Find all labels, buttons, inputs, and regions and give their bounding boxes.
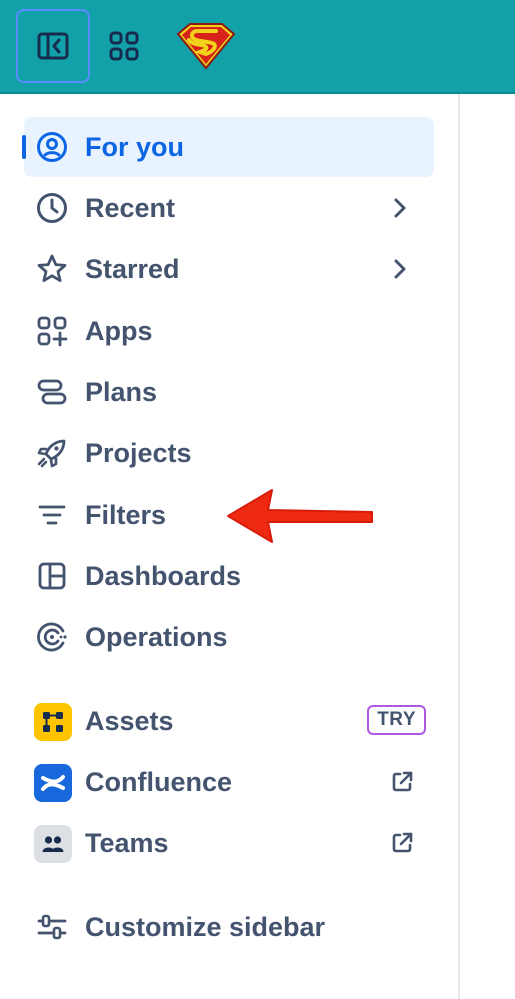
active-indicator	[22, 135, 26, 159]
sidebar-item-label: Dashboards	[85, 561, 242, 591]
sidebar-toggle-button[interactable]	[16, 9, 90, 83]
sidebar-item-label: Customize sidebar	[85, 912, 326, 942]
external-link-icon[interactable]	[388, 768, 416, 796]
sidebar-item-plans[interactable]: Plans	[24, 362, 434, 422]
confluence-app-icon	[34, 764, 72, 802]
sidebar-item-label: Teams	[85, 828, 169, 858]
top-navigation-bar	[0, 0, 515, 94]
clock-icon	[36, 192, 68, 224]
app-switcher-button[interactable]	[100, 20, 148, 72]
plans-icon	[36, 376, 68, 408]
person-circle-icon	[36, 131, 68, 163]
filter-icon	[36, 499, 68, 531]
sidebar-item-starred[interactable]: Starred	[24, 239, 434, 299]
sidebar-item-label: For you	[85, 132, 184, 162]
chevron-right-icon[interactable]	[386, 255, 414, 283]
rocket-icon	[36, 437, 68, 469]
sidebar-item-label: Assets	[85, 706, 174, 736]
sidebar-item-dashboards[interactable]: Dashboards	[24, 546, 434, 606]
sidebar-item-confluence[interactable]: Confluence	[24, 752, 434, 812]
sidebar-item-label: Plans	[85, 377, 158, 407]
star-icon	[36, 253, 68, 285]
customize-icon	[36, 911, 68, 943]
sidebar-item-for-you[interactable]: For you	[22, 117, 434, 177]
sidebar-item-recent[interactable]: Recent	[24, 178, 434, 238]
dashboard-icon	[36, 560, 68, 592]
annotation-arrow-icon	[227, 489, 373, 543]
chevron-right-icon[interactable]	[386, 194, 414, 222]
sidebar-item-assets[interactable]: Assets TRY	[24, 691, 434, 751]
sidebar-item-projects[interactable]: Projects	[24, 423, 434, 483]
try-badge[interactable]: TRY	[367, 705, 426, 735]
sidebar-border	[458, 94, 460, 999]
operations-icon	[36, 621, 68, 653]
sidebar-item-label: Recent	[85, 193, 176, 223]
home-logo[interactable]	[176, 20, 236, 72]
sidebar-item-operations[interactable]: Operations	[24, 607, 434, 667]
apps-add-icon	[36, 315, 68, 347]
sidebar-item-label: Operations	[85, 622, 228, 652]
sidebar-item-label: Filters	[85, 500, 167, 530]
sidebar-item-customize[interactable]: Customize sidebar	[24, 897, 434, 957]
sidebar-item-apps[interactable]: Apps	[24, 301, 434, 361]
sidebar-item-teams[interactable]: Teams	[24, 813, 434, 873]
external-link-icon[interactable]	[388, 829, 416, 857]
teams-app-icon	[34, 825, 72, 863]
sidebar-collapse-icon	[37, 32, 69, 60]
sidebar-item-label: Apps	[85, 316, 153, 346]
sidebar-item-label: Confluence	[85, 767, 233, 797]
superman-logo	[176, 23, 236, 70]
sidebar-item-label: Starred	[85, 254, 180, 284]
assets-app-icon	[34, 703, 72, 741]
sidebar-item-label: Projects	[85, 438, 192, 468]
app-grid-icon	[109, 31, 139, 61]
